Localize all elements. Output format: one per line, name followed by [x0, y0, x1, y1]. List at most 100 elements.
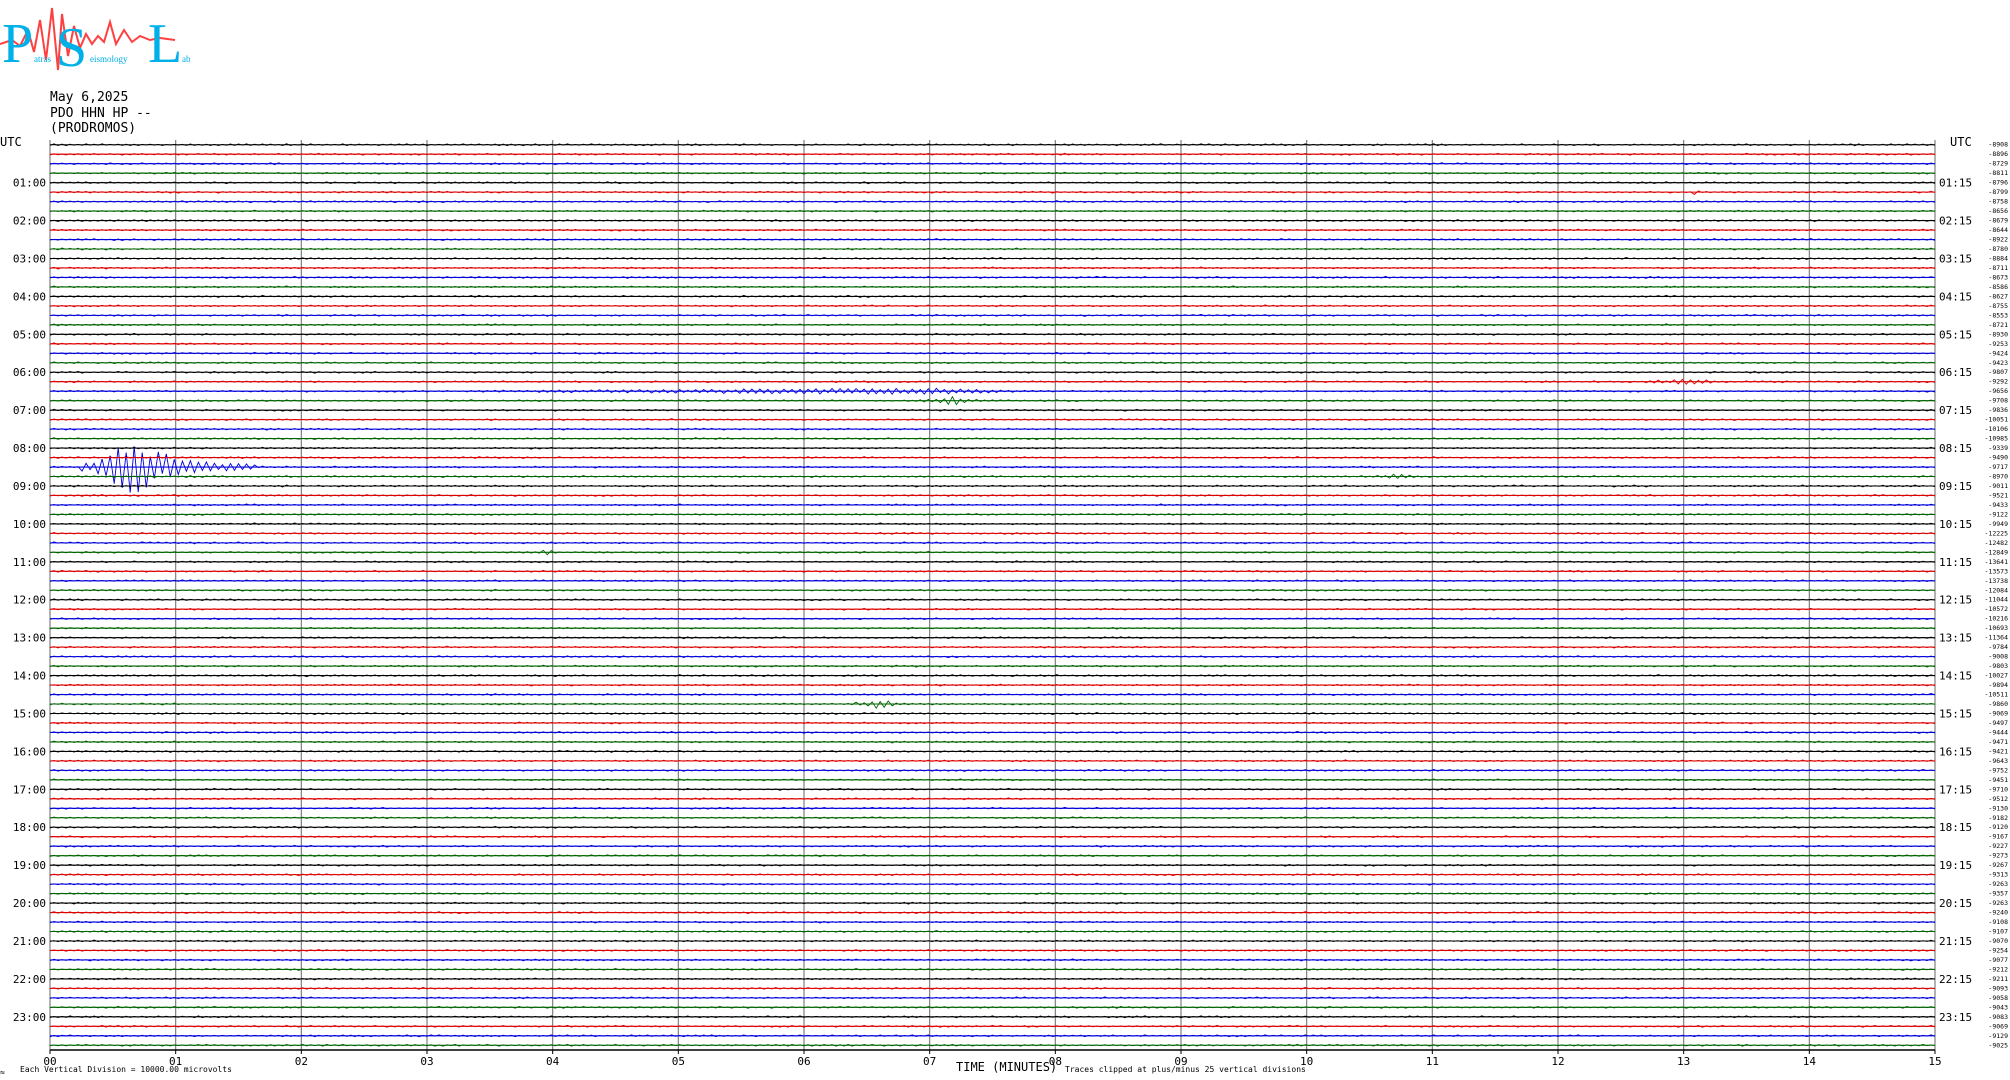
row-offset-label: -9433	[1988, 501, 2008, 509]
row-offset-label: -8553	[1988, 311, 2008, 319]
row-offset-label: -13738	[1985, 577, 2009, 585]
row-offset-label: -8586	[1988, 283, 2008, 291]
row-offset-label: -9656	[1988, 387, 2008, 395]
row-offset-label: -8627	[1988, 292, 2008, 300]
row-offset-label: -8908	[1988, 141, 2008, 149]
row-offset-label: -8679	[1988, 217, 2008, 225]
logo-letter-s: S	[56, 17, 87, 79]
row-offset-label: -12084	[1985, 586, 2009, 594]
logo-word-1: atras	[34, 54, 51, 64]
right-hour-label: 13:15	[1939, 632, 1972, 645]
row-offset-label: -9708	[1988, 397, 2008, 405]
left-hour-label: 09:00	[13, 480, 46, 493]
right-hour-label: 08:15	[1939, 442, 1972, 455]
row-offset-label: -9784	[1988, 643, 2008, 651]
row-offset-label: -8780	[1988, 245, 2008, 253]
row-offset-label: -9490	[1988, 454, 2008, 462]
row-offset-label: -10572	[1985, 605, 2009, 613]
x-tick-label: 02	[295, 1055, 308, 1068]
x-tick-label: 06	[797, 1055, 810, 1068]
right-hour-label: 10:15	[1939, 518, 1972, 531]
right-axis-title: UTC	[1950, 135, 1972, 149]
left-hour-label: 03:00	[13, 252, 46, 265]
left-axis-title: UTC	[0, 135, 22, 149]
row-offset-label: -13641	[1985, 558, 2009, 566]
row-offset-label: -9263	[1988, 899, 2008, 907]
row-offset-label: -9083	[1988, 1013, 2008, 1021]
left-hour-label: 18:00	[13, 821, 46, 834]
row-offset-label: -9471	[1988, 738, 2008, 746]
row-offset-label: -9093	[1988, 984, 2008, 992]
row-offset-label: -9339	[1988, 444, 2008, 452]
row-offset-label: -10216	[1985, 615, 2009, 623]
row-offset-label: -9860	[1988, 700, 2008, 708]
row-offset-label: -9807	[1988, 368, 2008, 376]
header-date: May 6,2025	[50, 90, 129, 105]
left-hour-label: 05:00	[13, 328, 46, 341]
logo-graphic: P S L atras eismology ab	[0, 7, 191, 79]
row-offset-label: -9423	[1988, 359, 2008, 367]
row-offset-label: -11364	[1985, 634, 2009, 642]
row-offset-label: -8884	[1988, 254, 2008, 262]
grid-lines	[49, 140, 1936, 1051]
logo-letter-p: P	[2, 13, 33, 75]
row-offset-label: -9836	[1988, 406, 2008, 414]
row-offset-label: -9521	[1988, 491, 2008, 499]
left-hour-label: 10:00	[13, 518, 46, 531]
left-hour-labels: 01:00 02:00 03:00 04:00 05:00 06:00 07:00 08:00…	[13, 177, 46, 1024]
right-hour-labels: 01:15 02:15 03:15 04:15 05:15 06:15 07:15 08:15…	[1939, 177, 1972, 1024]
row-offset-label: -9212	[1988, 965, 2008, 973]
left-hour-label: 21:00	[13, 935, 46, 948]
row-offset-label: -8656	[1988, 207, 2008, 215]
right-hour-label: 14:15	[1939, 670, 1972, 683]
right-hour-label: 17:15	[1939, 783, 1972, 796]
row-offset-label: -9643	[1988, 757, 2008, 765]
row-offset-label: -9182	[1988, 814, 2008, 822]
row-offset-label: -8758	[1988, 198, 2008, 206]
row-offset-label: -9069	[1988, 1022, 2008, 1030]
right-hour-label: 02:15	[1939, 215, 1972, 228]
x-tick-label: 04	[546, 1055, 560, 1068]
x-tick-label: 14	[1803, 1055, 1817, 1068]
scale-note: Each Vertical Division = 10000.00 microv…	[20, 1065, 232, 1074]
left-hour-label: 06:00	[13, 366, 46, 379]
row-offset-label: -10985	[1985, 435, 2009, 443]
x-tick-label: 15	[1928, 1055, 1941, 1068]
trace-baselines	[50, 144, 1935, 1046]
helicorder-chart: 01:00 02:00 03:00 04:00 05:00 06:00 07:00 08:00…	[0, 135, 2009, 1077]
row-offset-label: -9043	[1988, 1003, 2008, 1011]
row-offset-label: -10693	[1985, 624, 2009, 632]
row-offset-label: -8799	[1988, 188, 2008, 196]
row-offset-label: -8644	[1988, 226, 2008, 234]
row-offset-label: -9240	[1988, 909, 2008, 917]
row-offset-label: -9421	[1988, 747, 2008, 755]
x-tick-label: 07	[923, 1055, 936, 1068]
row-offset-label: -8930	[1988, 330, 2008, 338]
right-hour-label: 19:15	[1939, 859, 1972, 872]
row-offset-label: -9077	[1988, 956, 2008, 964]
row-offset-label: -9451	[1988, 776, 2008, 784]
trace-rows	[49, 143, 1936, 1047]
left-hour-label: 16:00	[13, 745, 46, 758]
row-offset-label: -9512	[1988, 795, 2008, 803]
row-offset-label: -9710	[1988, 785, 2008, 793]
row-offset-label: -11044	[1985, 596, 2009, 604]
row-offset-label: -9122	[1988, 510, 2008, 518]
row-offset-label: -9254	[1988, 946, 2008, 954]
row-offset-label: -12849	[1985, 548, 2009, 556]
right-hour-label: 01:15	[1939, 177, 1972, 190]
row-offset-label: -10027	[1985, 672, 2009, 680]
row-offset-label: -9108	[1988, 918, 2008, 926]
left-hour-label: 15:00	[13, 707, 46, 720]
right-hour-label: 16:15	[1939, 745, 1972, 758]
row-offset-label: -9058	[1988, 994, 2008, 1002]
row-offset-label: -9120	[1988, 823, 2008, 831]
left-hour-label: 23:00	[13, 1011, 46, 1024]
row-offset-label: -9803	[1988, 662, 2008, 670]
right-hour-label: 03:15	[1939, 252, 1972, 265]
row-offset-label: -8896	[1988, 150, 2008, 158]
x-axis-label: TIME (MINUTES)	[956, 1060, 1057, 1074]
left-hour-label: 19:00	[13, 859, 46, 872]
row-offset-label: -9069	[1988, 709, 2008, 717]
row-offset-label: -8796	[1988, 179, 2008, 187]
